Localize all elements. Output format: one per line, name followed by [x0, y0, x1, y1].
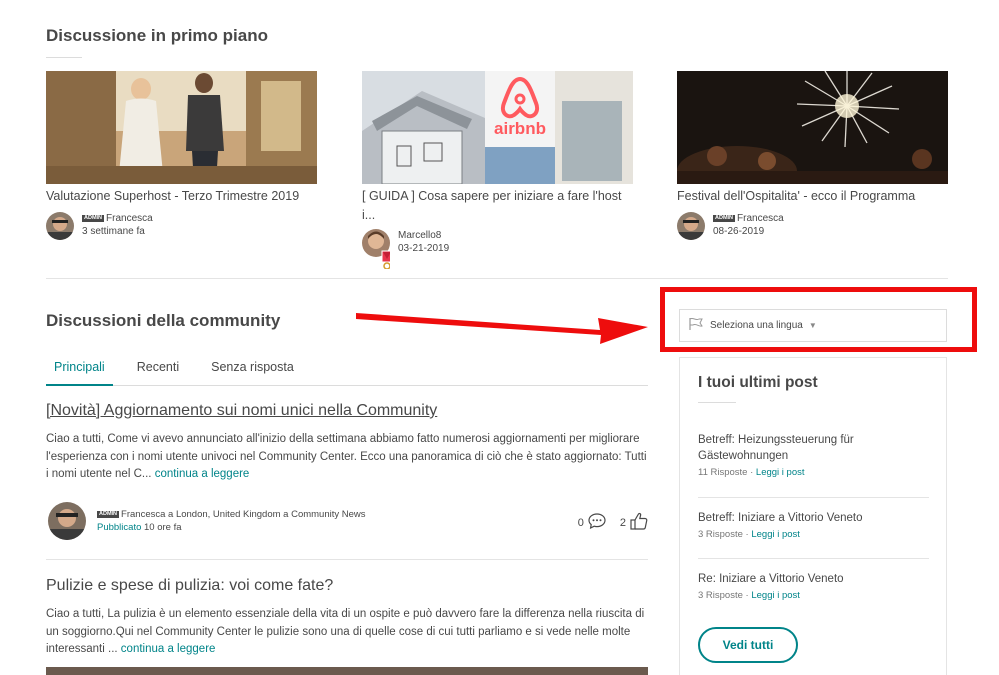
post-time: 08-26-2019 [713, 226, 765, 237]
featured-section-title: Discussione in primo piano [46, 26, 268, 45]
item-divider [698, 558, 929, 559]
admin-badge: ADMIN [713, 215, 736, 222]
reply-count: 3 Risposte [698, 529, 743, 540]
card-title-line-1[interactable]: [ GUIDA ] Cosa sapere per iniziare a far… [362, 187, 633, 206]
card-image-airbnb-house[interactable]: airbnb [362, 71, 633, 184]
card-title[interactable]: Valutazione Superhost - Terzo Trimestre … [46, 187, 317, 206]
avatar[interactable] [46, 212, 74, 240]
recent-post-title[interactable]: Betreff: Heizungssteuerung für Gästewohn… [698, 432, 929, 464]
post-stats: 0 2 [578, 512, 648, 533]
title-underline [46, 57, 82, 58]
excerpt-text: Ciao a tutti, Come vi avevo annunciato a… [46, 433, 647, 480]
card-image-couple-doorway[interactable] [46, 71, 317, 184]
view-all-button[interactable]: Vedi tutti [698, 627, 798, 663]
thumbs-up-icon[interactable] [630, 512, 648, 533]
read-posts-link[interactable]: Leggi i post [751, 590, 800, 601]
reply-count: 3 Risposte [698, 590, 743, 601]
airbnb-logo-text: airbnb [494, 119, 546, 138]
avatar[interactable] [677, 212, 705, 240]
recent-post-item: Re: Iniziare a Vittorio Veneto 3 Rispost… [698, 571, 929, 601]
recent-post-title[interactable]: Betreff: Iniziare a Vittorio Veneto [698, 510, 929, 526]
admin-badge: ADMIN [82, 215, 105, 222]
card-title-line-2[interactable]: i... [362, 206, 633, 225]
post-title-link[interactable]: Pulizie e spese di pulizia: voi come fat… [46, 577, 648, 595]
featured-card-superhost[interactable]: Valutazione Superhost - Terzo Trimestre … [46, 71, 317, 240]
recent-post-title[interactable]: Re: Iniziare a Vittorio Veneto [698, 571, 929, 587]
title-underline [698, 402, 736, 403]
comment-icon[interactable] [588, 513, 606, 532]
recent-post-item: Betreff: Heizungssteuerung für Gästewohn… [698, 432, 929, 478]
read-more-link[interactable]: continua a leggere [121, 643, 216, 655]
item-divider [698, 497, 929, 498]
card-image-fireworks[interactable] [677, 71, 948, 184]
tab-principali[interactable]: Principali [46, 358, 113, 386]
comment-count: 0 [577, 516, 584, 529]
author-location-board[interactable]: Francesca a London, United Kingdom a Com… [121, 509, 365, 520]
read-more-link[interactable]: continua a leggere [155, 468, 250, 480]
post-time: 03-21-2019 [398, 243, 450, 254]
post-time: 3 settimane fa [82, 226, 145, 237]
discussion-post: [Novità] Aggiornamento sui nomi unici ne… [46, 402, 648, 540]
featured-card-festival[interactable]: Festival dell'Ospitalita' - ecco il Prog… [677, 71, 948, 240]
card-title[interactable]: [ GUIDA ] Cosa sapere per iniziare a far… [362, 187, 633, 225]
post-title-link[interactable]: [Novità] Aggiornamento sui nomi unici ne… [46, 402, 648, 420]
post-excerpt: Ciao a tutti, Come vi avevo annunciato a… [46, 431, 648, 484]
reply-count: 11 Risposte [698, 467, 748, 478]
author-name[interactable]: Francesca [737, 213, 784, 224]
read-posts-link[interactable]: Leggi i post [751, 529, 800, 540]
like-count: 2 [619, 516, 626, 529]
discussion-tabs: Principali Recenti Senza risposta [46, 358, 648, 386]
recent-posts-panel: I tuoi ultimi post Betreff: Heizungssteu… [679, 357, 947, 675]
avatar[interactable] [362, 229, 390, 269]
card-title[interactable]: Festival dell'Ospitalita' - ecco il Prog… [677, 187, 948, 206]
section-divider [46, 278, 948, 279]
recent-post-item: Betreff: Iniziare a Vittorio Veneto 3 Ri… [698, 510, 929, 540]
tab-recenti[interactable]: Recenti [129, 358, 187, 386]
post-time: 10 ore fa [144, 522, 182, 533]
discussion-post: Pulizie e spese di pulizia: voi come fat… [46, 577, 648, 659]
card-author: ADMIN Francesca 08-26-2019 [677, 212, 948, 240]
annotation-highlight-box [660, 287, 977, 352]
read-posts-link[interactable]: Leggi i post [756, 467, 805, 478]
recent-posts-title: I tuoi ultimi post [698, 374, 818, 391]
post-image[interactable] [46, 667, 648, 675]
card-author: Marcello8 03-21-2019 [362, 229, 633, 269]
post-status: Pubblicato [97, 522, 142, 533]
author-name[interactable]: Francesca [106, 213, 153, 224]
avatar[interactable] [48, 502, 86, 540]
author-name[interactable]: Marcello8 [398, 229, 449, 242]
admin-badge: ADMIN [97, 511, 120, 518]
post-divider [46, 559, 648, 560]
post-excerpt: Ciao a tutti, La pulizia è un elemento e… [46, 606, 648, 659]
featured-card-guida[interactable]: airbnb [ GUIDA ] Cosa sapere per iniziar… [362, 71, 633, 269]
community-section-title: Discussioni della community [46, 311, 281, 330]
card-author: ADMIN Francesca 3 settimane fa [46, 212, 317, 240]
post-meta: ADMIN Francesca a London, United Kingdom … [46, 502, 648, 546]
tab-senza-risposta[interactable]: Senza risposta [203, 358, 302, 386]
